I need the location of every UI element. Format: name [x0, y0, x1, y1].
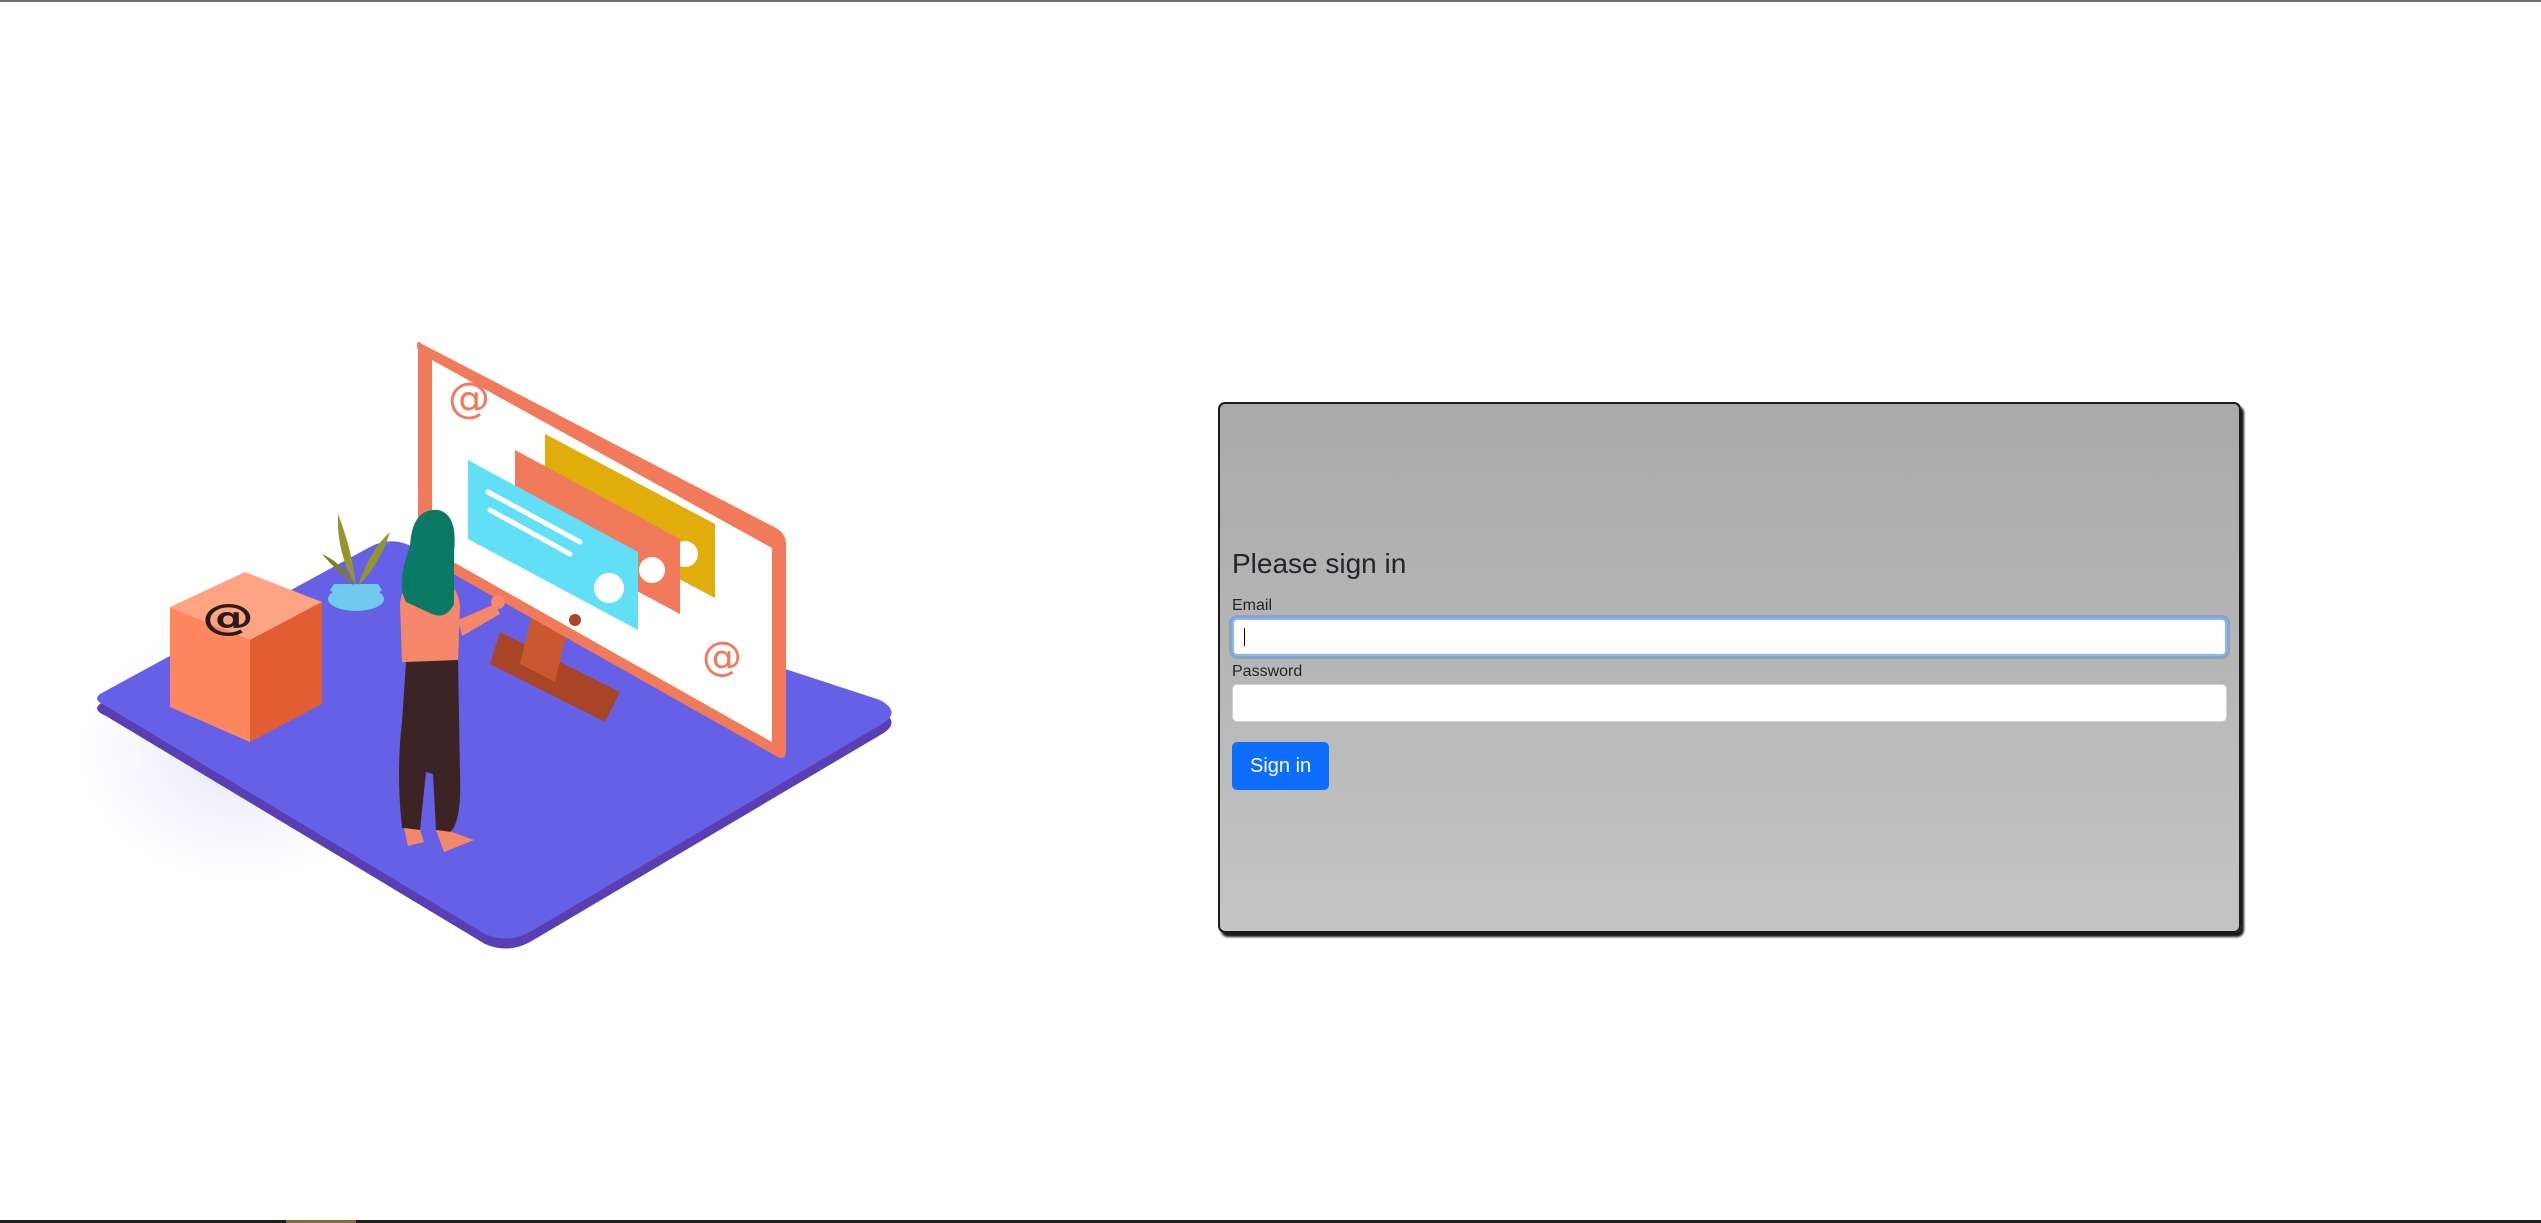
text-caret: [1244, 628, 1245, 646]
password-input[interactable]: [1232, 684, 2227, 722]
email-label: Email: [1232, 597, 1273, 614]
login-card: Please sign in Email Password Sign in: [1218, 402, 2241, 933]
password-label: Password: [1232, 663, 1303, 680]
sign-in-form: Please sign in Email Password Sign in: [1232, 547, 2229, 790]
email-illustration: @ @ @: [40, 342, 892, 949]
at-icon: @: [702, 634, 742, 680]
at-icon: @: [202, 596, 254, 639]
login-page: @ @ @ Please sign in Email Password Sign…: [0, 0, 2541, 1223]
form-title: Please sign in: [1232, 548, 1407, 579]
email-input[interactable]: [1232, 618, 2227, 656]
sign-in-button[interactable]: Sign in: [1232, 742, 1330, 790]
email-field-wrapper: [1232, 618, 2229, 656]
at-icon: @: [448, 373, 490, 422]
